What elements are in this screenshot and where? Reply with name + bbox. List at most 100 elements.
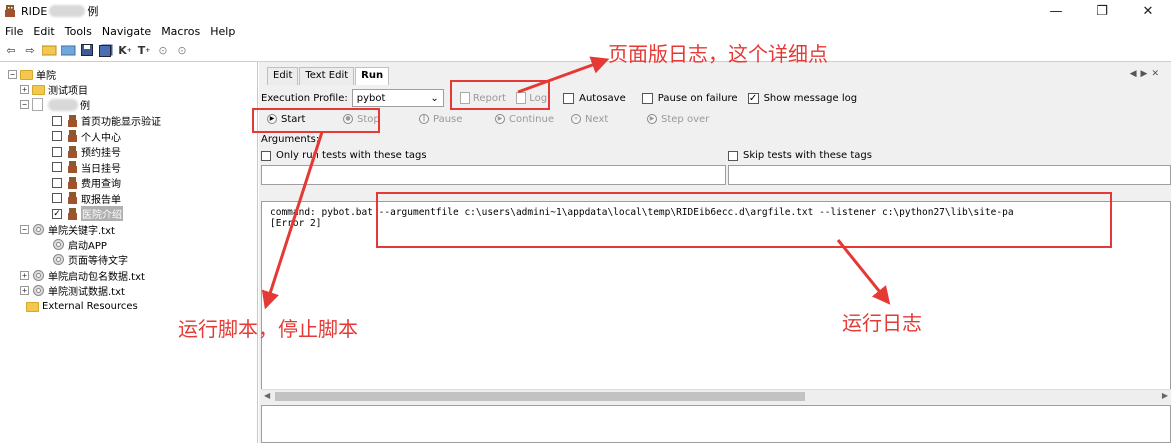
step-over-button[interactable]: ▶ Step over — [647, 114, 715, 125]
menu-file[interactable]: File — [0, 25, 28, 38]
project-tree: − 单院 + 测试项目 − 例 首页功能显示验证 个人中心 预约挂号当日挂号 费用查询… — [0, 62, 258, 443]
only-run-tags-checkbox[interactable]: Only run tests with these tags — [261, 150, 427, 161]
tree-keyword-file[interactable]: − 单院关键字.txt — [20, 222, 115, 237]
checkbox-box[interactable] — [641, 92, 653, 104]
pause-on-failure-label: Pause on failure — [657, 92, 738, 104]
checkbox-box[interactable] — [52, 146, 62, 157]
collapse-icon[interactable]: − — [8, 70, 17, 79]
checkbox-box[interactable] — [52, 162, 62, 172]
stop-icon[interactable]: ⊙ — [174, 42, 190, 58]
run-icon[interactable]: ⊙ — [155, 42, 171, 58]
tree-test-case[interactable]: 个人中心 — [52, 129, 121, 144]
only-run-tags-label: Only run tests with these tags — [276, 150, 427, 161]
checkbox-box[interactable] — [52, 131, 62, 141]
tree-keyword-label: 页面等待文字 — [68, 256, 128, 267]
save-all-icon[interactable] — [98, 42, 114, 58]
tree-keyword[interactable]: 启动APP — [52, 237, 107, 252]
scroll-right-icon[interactable]: ▶ — [1162, 391, 1168, 400]
tree-data-file[interactable]: + 单院测试数据.txt — [20, 283, 125, 298]
expand-icon[interactable]: + — [20, 85, 29, 94]
tree-external-label: External Resources — [42, 301, 138, 312]
tree-external-resources[interactable]: External Resources — [26, 299, 138, 314]
menu-navigate[interactable]: Navigate — [97, 25, 156, 38]
tree-test-label: 医院介绍 — [81, 206, 123, 221]
tree-data-file-label: 单院启动包名数据.txt — [48, 272, 145, 283]
tree-data-file-label: 单院测试数据.txt — [48, 287, 125, 298]
ride-robot-icon — [5, 5, 15, 17]
pause-button[interactable]: ‖ Pause — [419, 114, 487, 125]
tree-data-file[interactable]: + 单院启动包名数据.txt — [20, 268, 145, 283]
continue-button[interactable]: ▶ Continue — [495, 114, 563, 125]
resource-gear-icon — [33, 285, 44, 296]
tree-project-label: 测试项目 — [48, 86, 88, 97]
tree-test-label: 取报告单 — [81, 194, 121, 206]
skip-tags-checkbox[interactable]: Skip tests with these tags — [728, 150, 872, 161]
skip-tags-label: Skip tests with these tags — [743, 150, 872, 161]
include-tags-input[interactable] — [261, 165, 726, 185]
scroll-left-icon[interactable]: ◀ — [264, 391, 270, 400]
checkbox-box[interactable] — [52, 177, 62, 188]
window-title-prefix: RIDE — [21, 4, 48, 18]
resource-gear-icon — [33, 224, 44, 235]
menu-tools[interactable]: Tools — [60, 25, 97, 38]
menu-edit[interactable]: Edit — [28, 25, 59, 38]
checkbox-box[interactable] — [563, 92, 575, 104]
message-log[interactable] — [261, 405, 1171, 443]
checkbox-checked[interactable]: ✓ — [52, 208, 62, 219]
tree-keyword[interactable]: 页面等待文字 — [52, 252, 128, 267]
tree-test-case[interactable]: 当日挂号 — [52, 160, 121, 175]
tree-test-case[interactable]: ✓ 医院介绍 — [52, 206, 123, 221]
tab-edit[interactable]: Edit — [267, 67, 299, 85]
minimize-button[interactable]: — — [1033, 0, 1079, 22]
keyword-search-icon[interactable]: K + — [117, 42, 133, 58]
menu-macros[interactable]: Macros — [156, 25, 205, 38]
expand-icon[interactable]: + — [20, 286, 29, 295]
open-folder-icon[interactable] — [41, 42, 57, 58]
annotation-box-report-log — [450, 80, 550, 110]
autosave-checkbox[interactable]: Autosave — [563, 92, 626, 104]
tree-test-case[interactable]: 首页功能显示验证 — [52, 113, 161, 128]
pause-icon: ‖ — [419, 114, 429, 124]
tree-test-case[interactable]: 预约挂号 — [52, 144, 121, 159]
next-button[interactable]: » Next — [571, 114, 639, 125]
arguments-label: Arguments: — [261, 134, 320, 145]
checkbox-box[interactable] — [52, 115, 62, 126]
collapse-icon[interactable]: − — [20, 100, 29, 109]
show-message-log-checkbox[interactable]: ✓ Show message log — [747, 92, 857, 104]
checkbox-box[interactable] — [261, 150, 271, 161]
scrollbar-thumb[interactable] — [275, 392, 805, 401]
forward-arrow-icon[interactable]: ⇨ — [22, 42, 38, 58]
redacted-title — [49, 5, 86, 17]
tree-test-case[interactable]: 费用查询 — [52, 175, 121, 190]
exclude-tags-input[interactable] — [728, 165, 1171, 185]
menu-help[interactable]: Help — [205, 25, 240, 38]
test-search-icon[interactable]: T + — [136, 42, 152, 58]
tab-text-edit[interactable]: Text Edit — [299, 67, 355, 85]
expand-icon[interactable]: + — [20, 271, 29, 280]
resource-gear-icon — [33, 270, 44, 281]
editor-panel: Edit Text Edit Run ◀▶✕ Execution Profile… — [259, 62, 1171, 443]
robot-test-icon — [68, 130, 77, 142]
tree-test-label: 首页功能显示验证 — [81, 117, 161, 128]
checkbox-box[interactable] — [728, 150, 738, 161]
back-arrow-icon[interactable]: ⇦ — [3, 42, 19, 58]
tree-test-label: 当日挂号 — [81, 163, 121, 175]
tab-run[interactable]: Run — [355, 67, 390, 85]
tab-nav-arrows[interactable]: ◀▶✕ — [1130, 69, 1163, 79]
collapse-icon[interactable]: − — [20, 225, 29, 234]
horizontal-scrollbar[interactable]: ◀ ▶ — [261, 389, 1171, 403]
checkbox-checked[interactable]: ✓ — [747, 92, 759, 104]
tree-root[interactable]: − 单院 — [8, 67, 56, 82]
window-title-suffix: 例 — [87, 5, 99, 18]
tree-test-case[interactable]: 取报告单 — [52, 191, 121, 206]
tree-keyword-label: 启动APP — [68, 241, 107, 252]
close-button[interactable]: ✕ — [1125, 0, 1171, 22]
save-icon[interactable] — [79, 42, 95, 58]
pause-on-failure-checkbox[interactable]: Pause on failure — [641, 92, 738, 104]
tree-project-folder[interactable]: + 测试项目 — [20, 82, 88, 97]
open-directory-icon[interactable] — [60, 42, 76, 58]
checkbox-box[interactable] — [52, 193, 62, 203]
maximize-button[interactable]: ❐ — [1079, 0, 1125, 22]
execution-profile-select[interactable]: pybot ⌄ — [351, 89, 444, 107]
tree-suite[interactable]: − 例 — [20, 97, 90, 112]
